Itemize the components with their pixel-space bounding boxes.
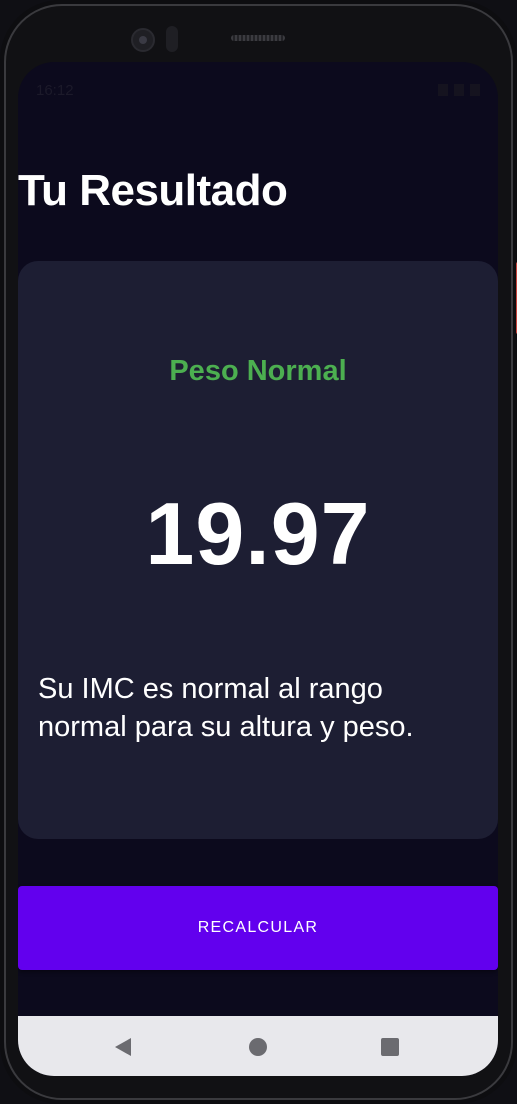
- status-bar: 16:12: [18, 62, 498, 120]
- signal-icon: [454, 84, 464, 96]
- home-circle-icon[interactable]: [249, 1038, 267, 1056]
- screen: 16:12 Tu Resultado Peso Normal 19.97 Su …: [18, 62, 498, 1076]
- proximity-sensor: [166, 26, 178, 52]
- bmi-value: 19.97: [145, 484, 371, 583]
- result-description: Su IMC es normal al rango normal para su…: [38, 673, 414, 743]
- page-title: Tu Resultado: [18, 166, 288, 215]
- recalculate-button[interactable]: RECALCULAR: [18, 886, 498, 970]
- result-card: Peso Normal 19.97 Su IMC es normal al ra…: [18, 261, 498, 839]
- wifi-icon: [438, 84, 448, 96]
- front-camera: [131, 28, 155, 52]
- status-icons: [438, 84, 480, 96]
- status-time: 16:12: [36, 82, 74, 99]
- earpiece-speaker: [231, 35, 285, 41]
- recents-square-icon[interactable]: [381, 1038, 399, 1056]
- battery-icon: [470, 84, 480, 96]
- phone-frame: 16:12 Tu Resultado Peso Normal 19.97 Su …: [0, 0, 517, 1104]
- navigation-bar: [18, 1016, 498, 1076]
- back-triangle-icon[interactable]: [115, 1038, 131, 1056]
- result-category: Peso Normal: [169, 355, 347, 387]
